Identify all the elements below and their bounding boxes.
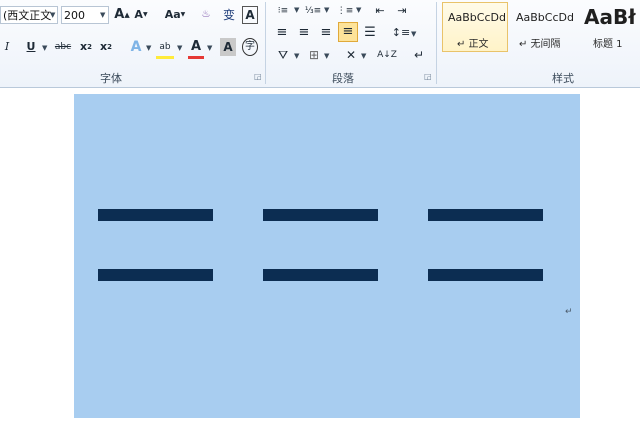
underline-icon[interactable]: U xyxy=(24,38,38,56)
line-spacing-icon[interactable]: ↕≡ xyxy=(392,24,410,42)
chinese-layout-icon[interactable]: ✕ xyxy=(342,46,360,64)
document-page[interactable] xyxy=(74,94,580,418)
font-dialog-launcher-icon[interactable]: ◲ xyxy=(254,72,262,81)
grow-font-icon[interactable]: A ▲ xyxy=(114,6,130,24)
font-color-dropdown-icon[interactable]: ▼ xyxy=(207,44,212,52)
paragraph-group-label: 段落 xyxy=(332,72,354,85)
numbering-icon[interactable]: ⅓≡ xyxy=(304,2,322,20)
strikethrough-icon[interactable]: abc xyxy=(53,38,73,56)
increase-indent-icon[interactable]: ⇥ xyxy=(394,2,410,20)
style-name: ↵ 无间隔 xyxy=(519,39,561,50)
highlight-dropdown-icon[interactable]: ▼ xyxy=(177,44,182,52)
underline-dropdown-icon[interactable]: ▼ xyxy=(42,44,47,52)
highlight-color-icon[interactable]: ab xyxy=(156,38,174,59)
line-spacing-dropdown-icon[interactable]: ▼ xyxy=(411,30,416,38)
bullets-dropdown-icon[interactable]: ▼ xyxy=(294,6,299,14)
paragraph-mark: ↵ xyxy=(565,307,573,317)
style-no-spacing-card[interactable]: AaBbCcDd ↵ 无间隔 xyxy=(510,2,576,52)
align-center-icon[interactable]: ≡ xyxy=(296,24,312,42)
style-heading1-card[interactable]: AaBł 标题 1 xyxy=(578,2,640,52)
ribbon: (西文正文 ▼ 200 ▼ A ▲ A ▼ Aa ▼ ♨ 变 A I U ▼ abc … xyxy=(0,0,640,88)
shading-icon[interactable]: ⛛ xyxy=(274,46,292,64)
dash-row1-1 xyxy=(98,209,213,221)
font-size-value: 200 xyxy=(64,9,85,22)
numbering-dropdown-icon[interactable]: ▼ xyxy=(324,6,329,14)
document-area: ↵ xyxy=(0,88,640,448)
style-preview: AaBbCcDd xyxy=(516,11,574,24)
italic-icon[interactable]: I xyxy=(0,38,14,56)
style-name: 标题 1 xyxy=(593,39,623,50)
dash-row1-3 xyxy=(428,209,543,221)
dash-row1-2 xyxy=(263,209,378,221)
styles-group-label: 样式 xyxy=(552,72,574,85)
multilevel-dropdown-icon[interactable]: ▼ xyxy=(356,6,361,14)
group-divider xyxy=(265,2,266,84)
sort-icon[interactable]: A↓Z xyxy=(377,46,397,64)
chinese-layout-dropdown-icon[interactable]: ▼ xyxy=(361,52,366,60)
character-shading-icon[interactable]: A xyxy=(220,38,236,56)
justify-icon[interactable]: ≡ xyxy=(338,22,358,42)
group-divider xyxy=(436,2,437,84)
text-effects-dropdown-icon[interactable]: ▼ xyxy=(146,44,151,52)
character-border-icon[interactable]: A xyxy=(242,6,258,24)
align-right-icon[interactable]: ≡ xyxy=(318,24,334,42)
clear-format-icon[interactable]: ♨ xyxy=(198,6,214,24)
font-name-value: (西文正文 xyxy=(3,9,52,22)
font-color-icon[interactable]: A xyxy=(188,38,204,59)
dash-row2-1 xyxy=(98,269,213,281)
dash-row2-3 xyxy=(428,269,543,281)
phonetic-guide-icon[interactable]: 变 xyxy=(220,6,238,24)
style-preview: AaBł xyxy=(584,5,636,29)
style-preview: AaBbCcDd xyxy=(448,11,506,24)
borders-dropdown-icon[interactable]: ▼ xyxy=(324,52,329,60)
font-name-dropdown-icon[interactable]: ▼ xyxy=(50,11,55,19)
paragraph-dialog-launcher-icon[interactable]: ◲ xyxy=(424,72,432,81)
superscript-icon[interactable]: x2 xyxy=(98,38,114,56)
decrease-indent-icon[interactable]: ⇤ xyxy=(372,2,388,20)
bullets-icon[interactable]: ⁝≡ xyxy=(274,2,292,20)
style-normal-card[interactable]: AaBbCcDd ↵ 正文 xyxy=(442,2,508,52)
shrink-font-icon[interactable]: A ▼ xyxy=(134,6,148,24)
font-size-dropdown-icon[interactable]: ▼ xyxy=(100,11,105,19)
align-left-icon[interactable]: ≡ xyxy=(274,24,290,42)
show-marks-icon[interactable]: ↵ xyxy=(412,46,426,64)
font-group-label: 字体 xyxy=(100,72,122,85)
enclose-characters-icon[interactable]: 字 xyxy=(242,38,258,56)
dash-row2-2 xyxy=(263,269,378,281)
text-effects-icon[interactable]: A xyxy=(128,38,144,56)
borders-icon[interactable]: ⊞ xyxy=(306,46,322,64)
style-name: ↵ 正文 xyxy=(457,39,489,50)
subscript-icon[interactable]: x2 xyxy=(78,38,94,56)
shading-dropdown-icon[interactable]: ▼ xyxy=(294,52,299,60)
distributed-align-icon[interactable]: ☰ xyxy=(362,24,378,42)
multilevel-list-icon[interactable]: ⋮≡ xyxy=(336,2,354,20)
change-case-icon[interactable]: Aa ▼ xyxy=(164,6,186,24)
